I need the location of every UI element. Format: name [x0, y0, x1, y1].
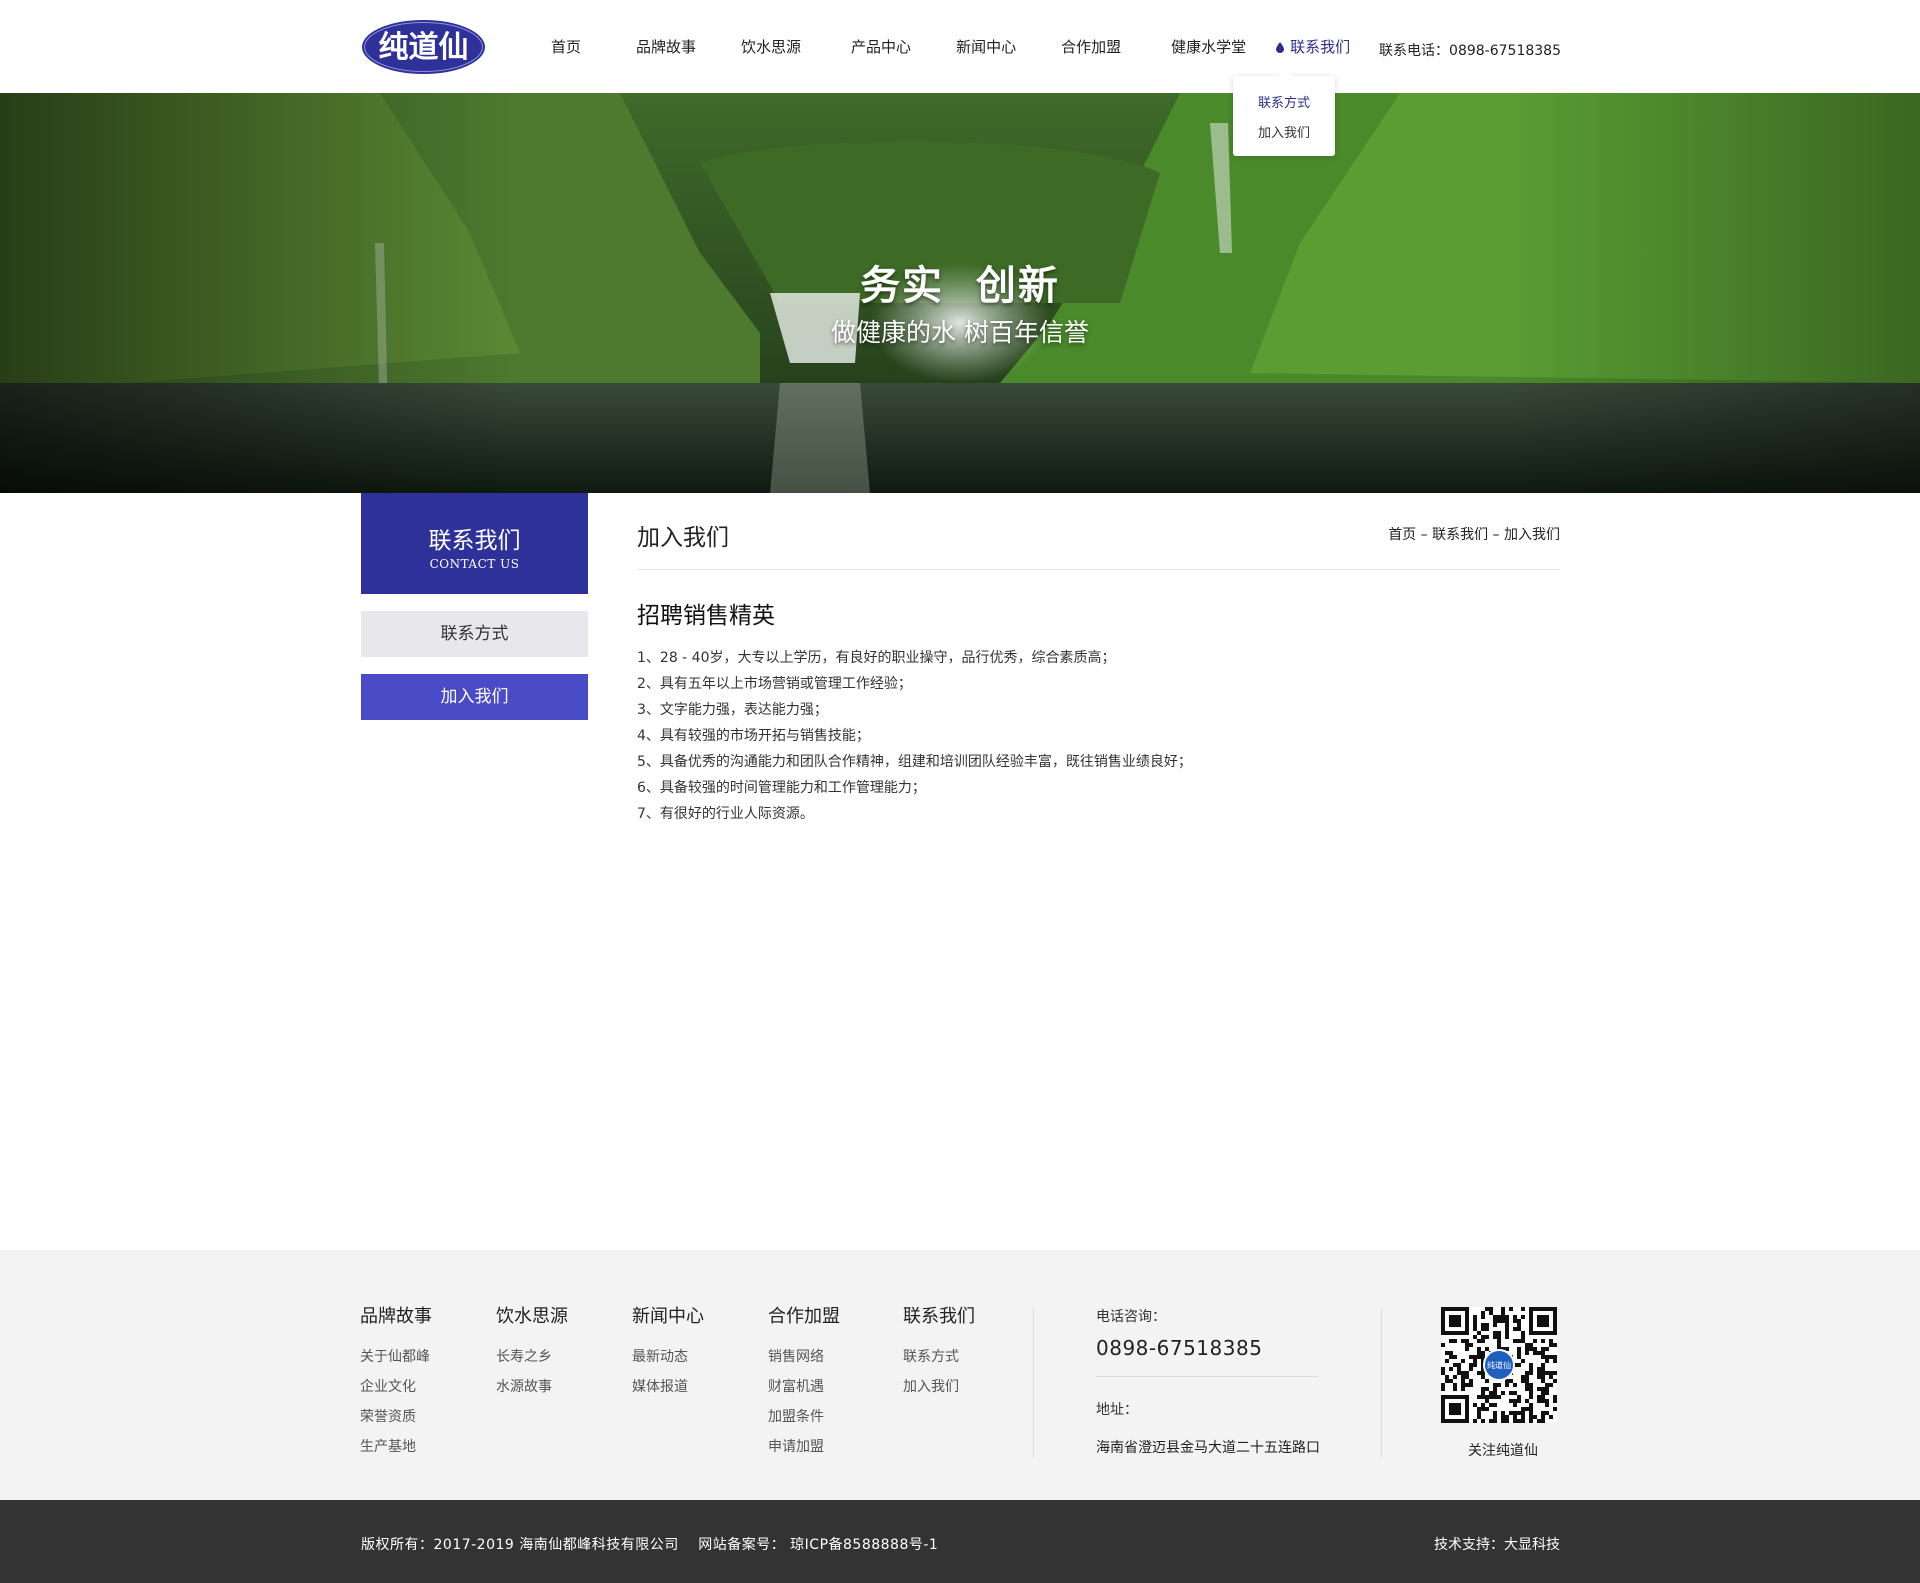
qr-center-text: 纯道仙 — [1487, 1360, 1511, 1370]
nav-item-news[interactable]: 新闻中心 — [956, 36, 1016, 57]
main-nav: 首页 品牌故事 饮水思源 产品中心 新闻中心 合作加盟 健康水学堂 联系我们 — [530, 0, 1350, 93]
footer-column-franchise: 合作加盟 销售网络 财富机遇 加盟条件 申请加盟 — [768, 1302, 840, 1462]
content-divider — [637, 569, 1561, 570]
footer-link[interactable]: 最新动态 — [632, 1342, 704, 1372]
tech-support[interactable]: 技术支持：大显科技 — [1434, 1534, 1560, 1554]
water-drop-icon — [1276, 42, 1285, 53]
sidebar-item-contact-info[interactable]: 联系方式 — [361, 611, 588, 657]
banner-title: 务实 创新 — [860, 263, 1060, 309]
address-text: 海南省澄迈县金马大道二十五连路口 — [1096, 1440, 1320, 1456]
nav-item-home[interactable]: 首页 — [551, 36, 581, 57]
qr-caption: 关注纯道仙 — [1468, 1443, 1538, 1459]
copyright-text: 版权所有：2017-2019 海南仙都峰科技有限公司 网站备案号： 琼ICP备8… — [361, 1537, 939, 1553]
site-footer: 品牌故事 关于仙都峰 企业文化 荣誉资质 生产基地 饮水思源 长寿之乡 水源故事… — [0, 1250, 1920, 1500]
sidebar-heading-zh: 联系我们 — [428, 528, 521, 554]
tel-number: 0898-67518385 — [1096, 1336, 1263, 1360]
footer-column-heading[interactable]: 合作加盟 — [768, 1302, 840, 1328]
article-title: 招聘销售精英 — [637, 603, 775, 629]
list-item: 5、具备优秀的沟通能力和团队合作精神，组建和培训团队经验丰富，既往销售业绩良好； — [637, 754, 1192, 770]
nav-item-contact-label: 联系我们 — [1290, 38, 1351, 56]
footer-link[interactable]: 销售网络 — [768, 1342, 840, 1372]
dropdown-item-join-us[interactable]: 加入我们 — [1233, 122, 1335, 141]
site-header: 纯道仙 首页 品牌故事 饮水思源 产品中心 新闻中心 合作加盟 健康水学堂 联系… — [0, 0, 1920, 93]
footer-divider — [1381, 1308, 1382, 1458]
page: 纯道仙 首页 品牌故事 饮水思源 产品中心 新闻中心 合作加盟 健康水学堂 联系… — [0, 0, 1920, 1583]
list-item: 4、具有较强的市场开拓与销售技能； — [637, 728, 870, 744]
footer-column-heading[interactable]: 联系我们 — [903, 1302, 975, 1328]
dropdown-item-contact-info[interactable]: 联系方式 — [1233, 92, 1335, 111]
footer-link[interactable]: 联系方式 — [903, 1342, 975, 1372]
nav-item-brand-story[interactable]: 品牌故事 — [636, 36, 696, 57]
contact-divider — [1096, 1376, 1318, 1377]
breadcrumb[interactable]: 首页 – 联系我们 – 加入我们 — [1388, 524, 1560, 544]
dropdown-caret — [1278, 69, 1292, 76]
footer-link[interactable]: 关于仙都峰 — [360, 1342, 432, 1372]
footer-column-contact: 联系我们 联系方式 加入我们 — [903, 1302, 975, 1402]
requirements-list: 1、28 - 40岁，大专以上学历，有良好的职业操守，品行优秀，综合素质高； 2… — [637, 645, 1192, 827]
nav-item-contact[interactable]: 联系我们 — [1276, 36, 1350, 57]
footer-link[interactable]: 加入我们 — [903, 1372, 975, 1402]
footer-link[interactable]: 财富机遇 — [768, 1372, 840, 1402]
address-label: 地址： — [1096, 1402, 1138, 1418]
tel-label: 电话咨询： — [1096, 1309, 1166, 1325]
sidebar-heading: 联系我们 CONTACT US — [361, 493, 588, 594]
footer-link[interactable]: 媒体报道 — [632, 1372, 704, 1402]
footer-column-heading[interactable]: 品牌故事 — [360, 1302, 432, 1328]
footer-link[interactable]: 生产基地 — [360, 1432, 432, 1462]
brand-logo[interactable]: 纯道仙 — [360, 18, 487, 76]
hero-banner: 务实 创新 做健康的水 树百年信誉 — [0, 93, 1920, 493]
sidebar-item-join-us[interactable]: 加入我们 — [361, 674, 588, 720]
nav-item-franchise[interactable]: 合作加盟 — [1061, 36, 1121, 57]
nav-item-water-source[interactable]: 饮水思源 — [741, 36, 801, 57]
footer-column-water-source: 饮水思源 长寿之乡 水源故事 — [496, 1302, 568, 1402]
sidebar-heading-en: CONTACT US — [429, 557, 520, 571]
footer-divider — [1033, 1308, 1034, 1458]
footer-link[interactable]: 水源故事 — [496, 1372, 568, 1402]
copyright-bar: 版权所有：2017-2019 海南仙都峰科技有限公司 网站备案号： 琼ICP备8… — [0, 1500, 1920, 1583]
logo-text: 纯道仙 — [379, 30, 469, 65]
footer-link[interactable]: 荣誉资质 — [360, 1402, 432, 1432]
header-phone: 联系电话：0898-67518385 — [1379, 43, 1561, 59]
page-title: 加入我们 — [637, 525, 729, 551]
footer-column-brand-story: 品牌故事 关于仙都峰 企业文化 荣誉资质 生产基地 — [360, 1302, 432, 1462]
list-item: 1、28 - 40岁，大专以上学历，有良好的职业操守，品行优秀，综合素质高； — [637, 650, 1116, 666]
list-item: 2、具有五年以上市场营销或管理工作经验； — [637, 676, 912, 692]
footer-link[interactable]: 长寿之乡 — [496, 1342, 568, 1372]
footer-column-heading[interactable]: 饮水思源 — [496, 1302, 568, 1328]
footer-column-news: 新闻中心 最新动态 媒体报道 — [632, 1302, 704, 1402]
footer-column-heading[interactable]: 新闻中心 — [632, 1302, 704, 1328]
qr-code-icon: 纯道仙 — [1441, 1307, 1557, 1423]
banner-subtitle: 做健康的水 树百年信誉 — [831, 318, 1089, 347]
footer-contact: 电话咨询： 0898-67518385 地址： 海南省澄迈县金马大道二十五连路口 — [1096, 1306, 1320, 1457]
list-item: 7、有很好的行业人际资源。 — [637, 806, 814, 822]
footer-link[interactable]: 加盟条件 — [768, 1402, 840, 1432]
list-item: 3、文字能力强，表达能力强； — [637, 702, 828, 718]
list-item: 6、具备较强的时间管理能力和工作管理能力； — [637, 780, 926, 796]
nav-item-products[interactable]: 产品中心 — [851, 36, 911, 57]
contact-dropdown-menu: 联系方式 加入我们 — [1233, 69, 1335, 156]
nav-item-health-school[interactable]: 健康水学堂 — [1171, 36, 1246, 57]
footer-link[interactable]: 企业文化 — [360, 1372, 432, 1402]
footer-link[interactable]: 申请加盟 — [768, 1432, 840, 1462]
